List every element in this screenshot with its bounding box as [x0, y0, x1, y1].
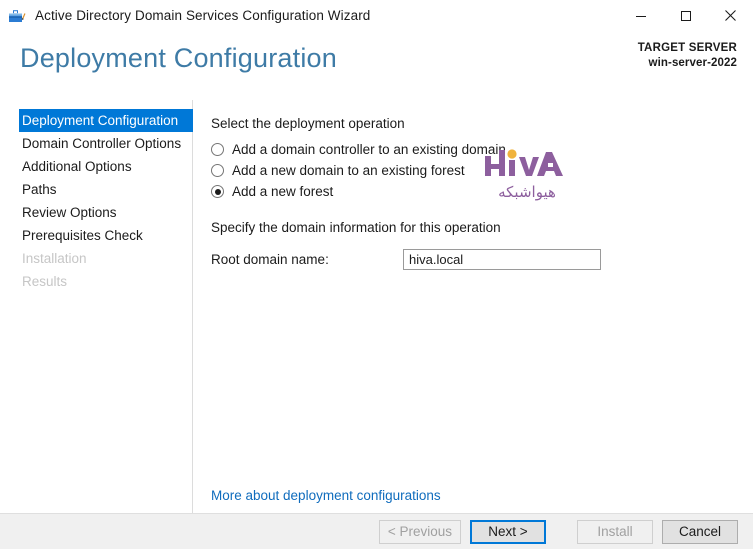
title-bar: Active Directory Domain Services Configu…	[0, 0, 753, 32]
sidebar-item-deployment-configuration[interactable]: Deployment Configuration	[19, 109, 193, 132]
page-header: Deployment Configuration TARGET SERVER w…	[0, 32, 753, 101]
next-button[interactable]: Next >	[470, 519, 546, 544]
wizard-step-nav: Deployment Configuration Domain Controll…	[0, 100, 193, 513]
radio-icon-selected[interactable]	[211, 185, 224, 198]
radio-option-add-new-forest[interactable]: Add a new forest	[211, 182, 753, 201]
sidebar-item-installation: Installation	[22, 251, 87, 266]
target-server-info: TARGET SERVER win-server-2022	[638, 41, 737, 71]
root-domain-field-row: Root domain name:	[211, 249, 753, 270]
install-button: Install	[577, 519, 653, 544]
root-domain-label: Root domain name:	[211, 252, 329, 267]
wizard-footer: < Previous Next > Install Cancel	[0, 513, 753, 549]
radio-label: Add a new domain to an existing forest	[232, 163, 465, 178]
wizard-content: Select the deployment operation Add a do…	[193, 100, 753, 513]
domain-heading: Specify the domain information for this …	[211, 220, 501, 235]
cancel-button[interactable]: Cancel	[662, 519, 738, 544]
close-icon[interactable]	[708, 0, 753, 31]
root-domain-input[interactable]	[403, 249, 601, 270]
radio-icon[interactable]	[211, 164, 224, 177]
wizard-toolbox-icon	[8, 7, 26, 25]
sidebar-item-results: Results	[22, 274, 68, 289]
radio-icon[interactable]	[211, 143, 224, 156]
window-title: Active Directory Domain Services Configu…	[35, 8, 371, 23]
sidebar-item-prerequisites-check[interactable]: Prerequisites Check	[0, 224, 192, 247]
radio-label: Add a domain controller to an existing d…	[232, 142, 506, 157]
radio-label: Add a new forest	[232, 184, 334, 199]
sidebar-item-review-options[interactable]: Review Options	[0, 201, 192, 224]
target-server-name: win-server-2022	[648, 57, 737, 69]
wizard-body: Deployment Configuration Domain Controll…	[0, 100, 753, 513]
more-about-deployment-configurations-link[interactable]: More about deployment configurations	[211, 488, 441, 503]
target-server-label: TARGET SERVER	[637, 42, 737, 54]
sidebar-item-domain-controller-options[interactable]: Domain Controller Options	[0, 132, 192, 155]
previous-button: < Previous	[378, 519, 461, 544]
maximize-icon[interactable]	[663, 0, 708, 31]
radio-option-add-dc-existing-domain[interactable]: Add a domain controller to an existing d…	[211, 140, 753, 159]
radio-option-add-domain-existing-forest[interactable]: Add a new domain to an existing forest	[211, 161, 753, 180]
sidebar-item-additional-options[interactable]: Additional Options	[0, 155, 192, 178]
window-controls	[618, 0, 753, 31]
operation-heading: Select the deployment operation	[211, 116, 405, 131]
minimize-icon[interactable]	[618, 0, 663, 31]
page-title: Deployment Configuration	[20, 43, 337, 73]
sidebar-item-paths[interactable]: Paths	[0, 178, 192, 201]
